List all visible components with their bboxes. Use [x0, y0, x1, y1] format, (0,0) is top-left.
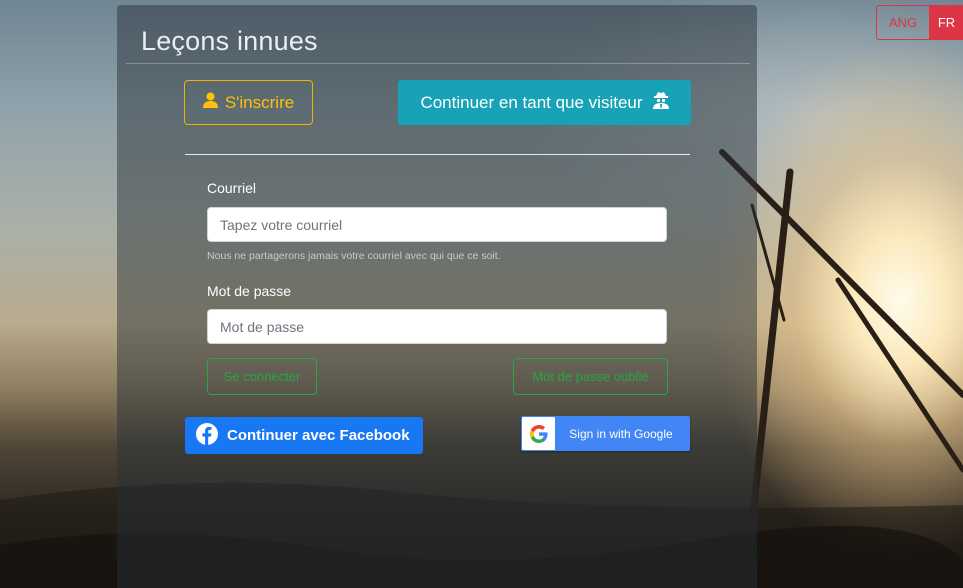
login-button[interactable]: Se connecter [207, 358, 317, 395]
language-french-button[interactable]: FR [930, 5, 963, 40]
password-label: Mot de passe [207, 283, 292, 299]
email-help-text: Nous ne partagerons jamais votre courrie… [207, 250, 501, 262]
user-icon [202, 92, 218, 113]
continue-as-visitor-button[interactable]: Continuer en tant que visiteur [398, 80, 691, 125]
language-english-button[interactable]: ANG [876, 5, 930, 40]
google-signin-button[interactable]: Sign in with Google [521, 416, 690, 451]
user-secret-icon [652, 91, 669, 114]
register-button[interactable]: S'inscrire [184, 80, 313, 125]
password-input[interactable] [207, 309, 667, 344]
google-label: Sign in with Google [569, 426, 673, 441]
title-divider [126, 63, 750, 64]
section-divider [185, 154, 690, 155]
email-input[interactable] [207, 207, 667, 242]
email-label: Courriel [207, 180, 257, 196]
forgot-password-button[interactable]: Mot de passe oublié [513, 358, 668, 395]
facebook-icon [196, 422, 218, 449]
facebook-login-button[interactable]: Continuer avec Facebook [185, 417, 423, 454]
app-title: Leçons innues [141, 26, 318, 56]
register-label: S'inscrire [224, 92, 295, 112]
facebook-label: Continuer avec Facebook [227, 427, 410, 444]
visitor-label: Continuer en tant que visiteur [420, 92, 643, 112]
google-icon [522, 417, 555, 450]
